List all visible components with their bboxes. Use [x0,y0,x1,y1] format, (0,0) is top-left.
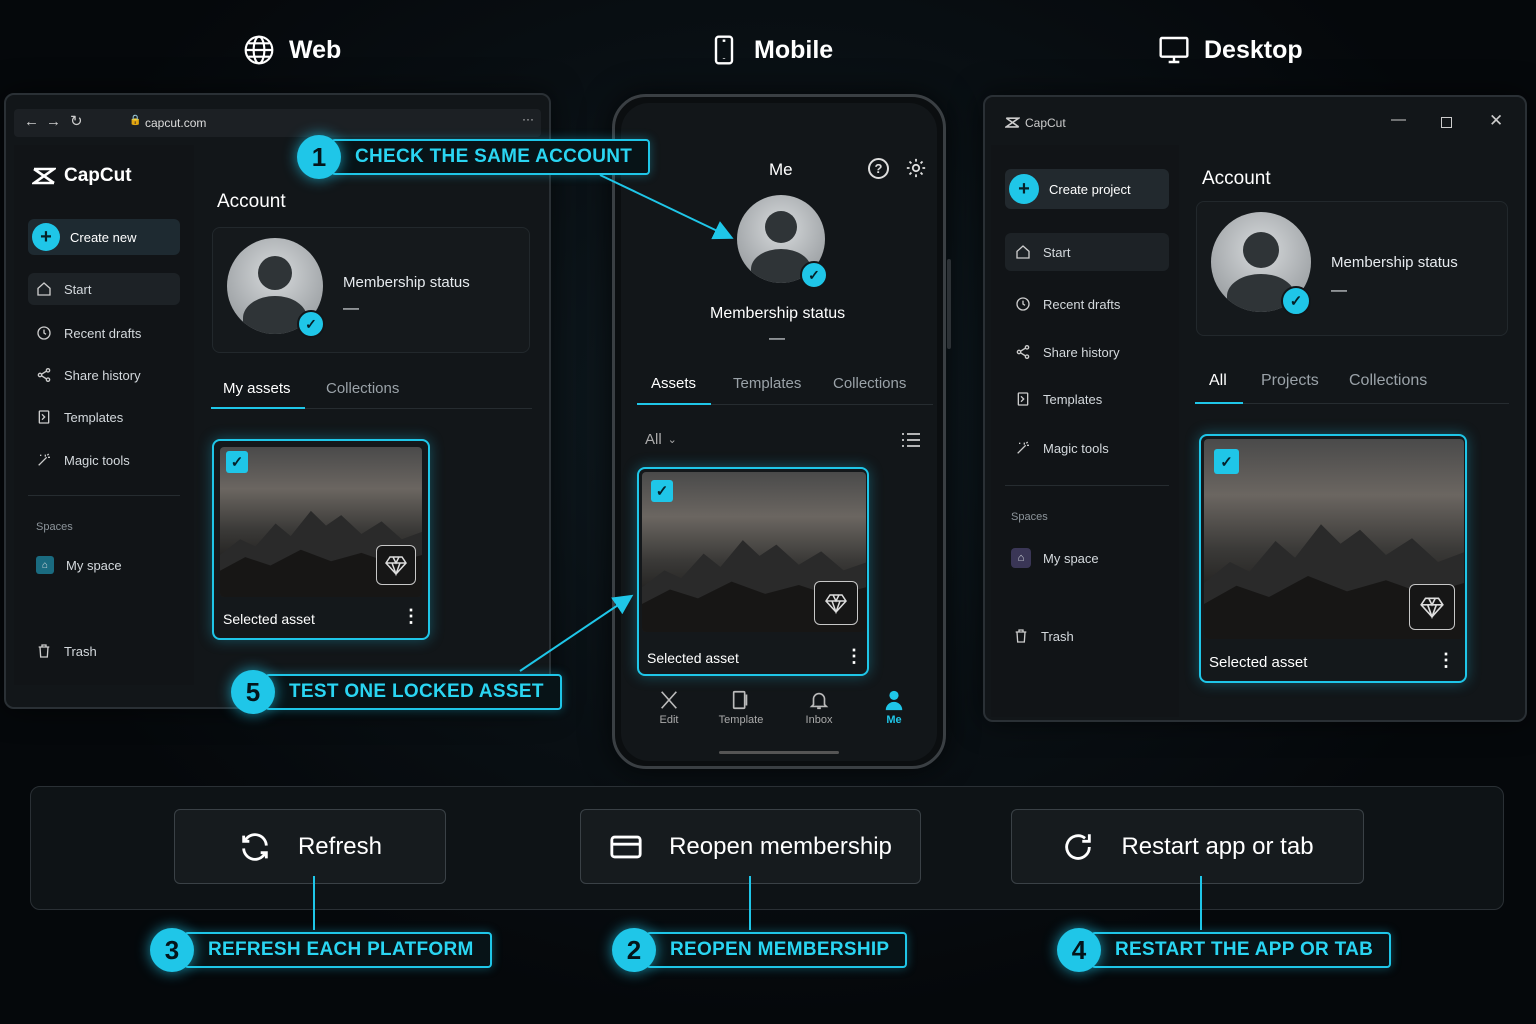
callout-4: 4 RESTART THE APP OR TAB [1057,928,1392,972]
callout-3: 3 REFRESH EACH PLATFORM [150,928,492,972]
callout-1-text: CHECK THE SAME ACCOUNT [331,139,651,175]
callout-3-text: REFRESH EACH PLATFORM [184,932,492,968]
reopen-membership-button[interactable]: Reopen membership [580,809,921,884]
callout-1: 1 CHECK THE SAME ACCOUNT [297,135,651,179]
connector-2 [749,876,751,930]
connector-3 [313,876,315,930]
callout-2: 2 REOPEN MEMBERSHIP [612,928,908,972]
callout-3-number: 3 [150,928,194,972]
credit-card-icon [610,835,642,858]
restart-app-button[interactable]: Restart app or tab [1011,809,1364,884]
connector-4 [1200,876,1202,930]
callout-4-text: RESTART THE APP OR TAB [1091,932,1392,968]
restart-icon [1065,833,1092,860]
reopen-membership-label: Reopen membership [669,832,892,860]
callout-4-number: 4 [1057,928,1101,972]
callout-5-number: 5 [231,670,275,714]
refresh-button[interactable]: Refresh [174,809,446,884]
restart-app-label: Restart app or tab [1121,832,1314,860]
refresh-label: Refresh [297,832,383,860]
refresh-icon [242,832,268,861]
callout-5: 5 TEST ONE LOCKED ASSET [231,670,562,714]
callout-1-number: 1 [297,135,341,179]
callout-2-text: REOPEN MEMBERSHIP [646,932,908,968]
callout-5-text: TEST ONE LOCKED ASSET [265,674,562,710]
callout-2-number: 2 [612,928,656,972]
arrow-1 [599,174,734,240]
arrow-5 [519,594,634,672]
